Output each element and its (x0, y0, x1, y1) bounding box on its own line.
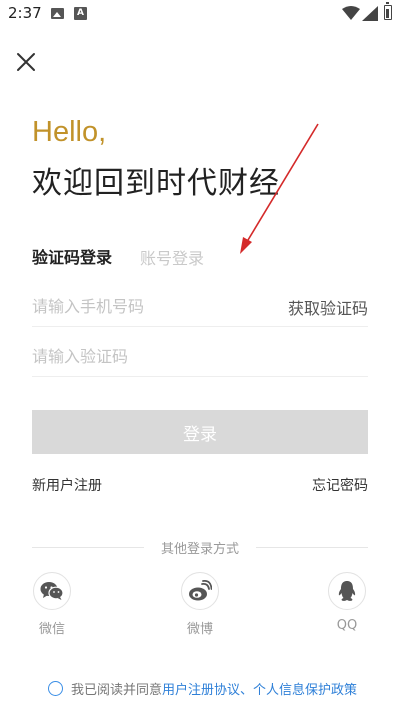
wechat-label: 微信 (38, 622, 65, 637)
other-login-divider: 其他登录方式 (32, 538, 368, 557)
wifi-icon (342, 6, 360, 20)
wechat-login-button[interactable]: 微信 (32, 572, 72, 637)
agreement-checkbox[interactable] (48, 681, 63, 696)
weibo-login-button[interactable]: 微博 (180, 572, 220, 637)
phone-field: 获取验证码 (32, 287, 368, 327)
tab-account-login[interactable]: 账号登录 (140, 245, 204, 269)
register-link[interactable]: 新用户注册 (32, 475, 102, 495)
wechat-icon (40, 582, 64, 600)
a-notification-icon: A (74, 7, 87, 20)
agreement-separator: 、 (240, 683, 254, 698)
welcome-heading: 欢迎回到时代财经 (32, 166, 280, 201)
status-bar: 2:37 A (0, 0, 400, 28)
qq-icon-circle[interactable] (328, 572, 366, 610)
signal-icon (362, 6, 378, 21)
weibo-icon-circle[interactable] (181, 572, 219, 610)
qq-label: QQ (336, 618, 358, 633)
qq-login-button[interactable]: QQ (327, 572, 367, 633)
divider-line-right (256, 547, 368, 548)
privacy-policy-link[interactable]: 个人信息保护政策 (253, 679, 357, 698)
code-input[interactable] (32, 337, 262, 375)
close-button[interactable] (14, 50, 38, 74)
agreement-prefix: 我已阅读并同意 (71, 683, 163, 698)
status-time: 2:37 (8, 4, 42, 22)
hello-heading: Hello, (32, 116, 107, 148)
close-icon[interactable] (14, 50, 38, 74)
qq-icon (338, 581, 356, 601)
user-agreement-link[interactable]: 用户注册协议 (162, 679, 240, 698)
get-code-button[interactable]: 获取验证码 (288, 295, 368, 319)
weibo-icon (189, 580, 212, 601)
code-field (32, 337, 368, 377)
wechat-icon-circle[interactable] (33, 572, 71, 610)
image-notification-icon (51, 8, 64, 19)
agreement-row: 我已阅读并同意 用户注册协议 、 个人信息保护政策 (48, 679, 357, 698)
battery-icon (384, 2, 392, 20)
phone-input[interactable] (32, 287, 262, 325)
weibo-label: 微博 (186, 622, 213, 637)
tab-sms-login[interactable]: 验证码登录 (32, 244, 112, 268)
login-button[interactable]: 登录 (32, 410, 368, 454)
forgot-password-link[interactable]: 忘记密码 (312, 475, 368, 495)
